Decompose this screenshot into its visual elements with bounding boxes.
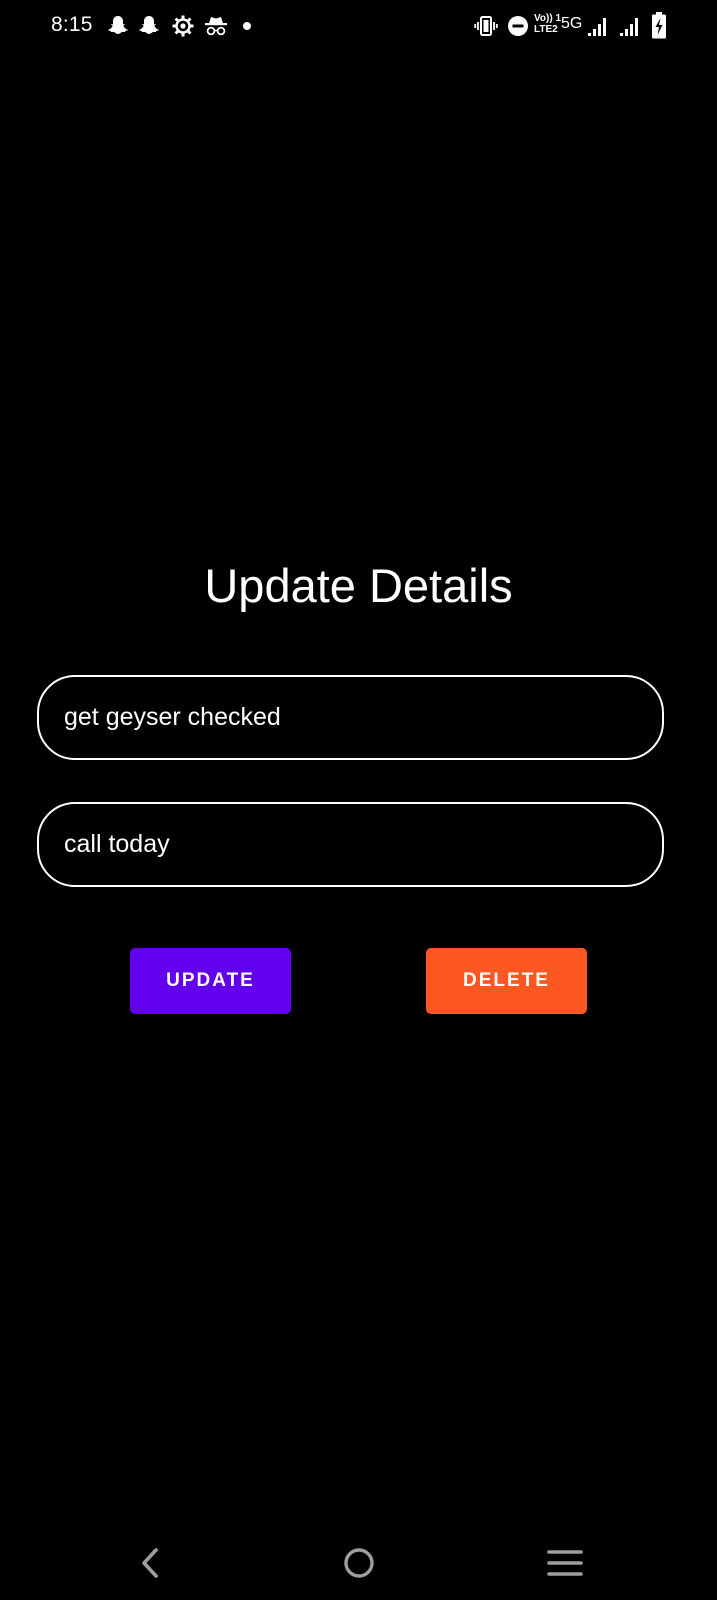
snapchat-icon — [139, 16, 159, 34]
menu-icon[interactable] — [540, 1538, 590, 1588]
page-title: Update Details — [204, 559, 513, 612]
lte-label: LTE2 — [534, 24, 558, 35]
incognito-icon — [205, 17, 227, 36]
snapchat-icon — [108, 16, 128, 34]
status-time: 8:15 — [51, 13, 93, 36]
update-button[interactable]: UPDATE — [130, 948, 291, 1014]
description-input[interactable] — [37, 802, 664, 887]
status-bar: 8:15 Vo)) 1 LTE2 5G — [0, 0, 717, 52]
settings-gear-icon — [172, 15, 194, 37]
signal-icon — [588, 18, 606, 36]
volte-label: Vo)) 1 — [534, 13, 562, 24]
vibrate-icon — [474, 16, 498, 36]
do-not-disturb-icon — [508, 16, 528, 36]
notification-dot-icon — [243, 22, 251, 30]
battery-charging-icon — [652, 12, 666, 39]
back-icon[interactable] — [126, 1538, 176, 1588]
home-icon[interactable] — [334, 1538, 384, 1588]
network-type: 5G — [561, 15, 583, 32]
delete-button[interactable]: DELETE — [426, 948, 587, 1014]
signal-icon — [620, 18, 638, 36]
title-input[interactable] — [37, 675, 664, 760]
